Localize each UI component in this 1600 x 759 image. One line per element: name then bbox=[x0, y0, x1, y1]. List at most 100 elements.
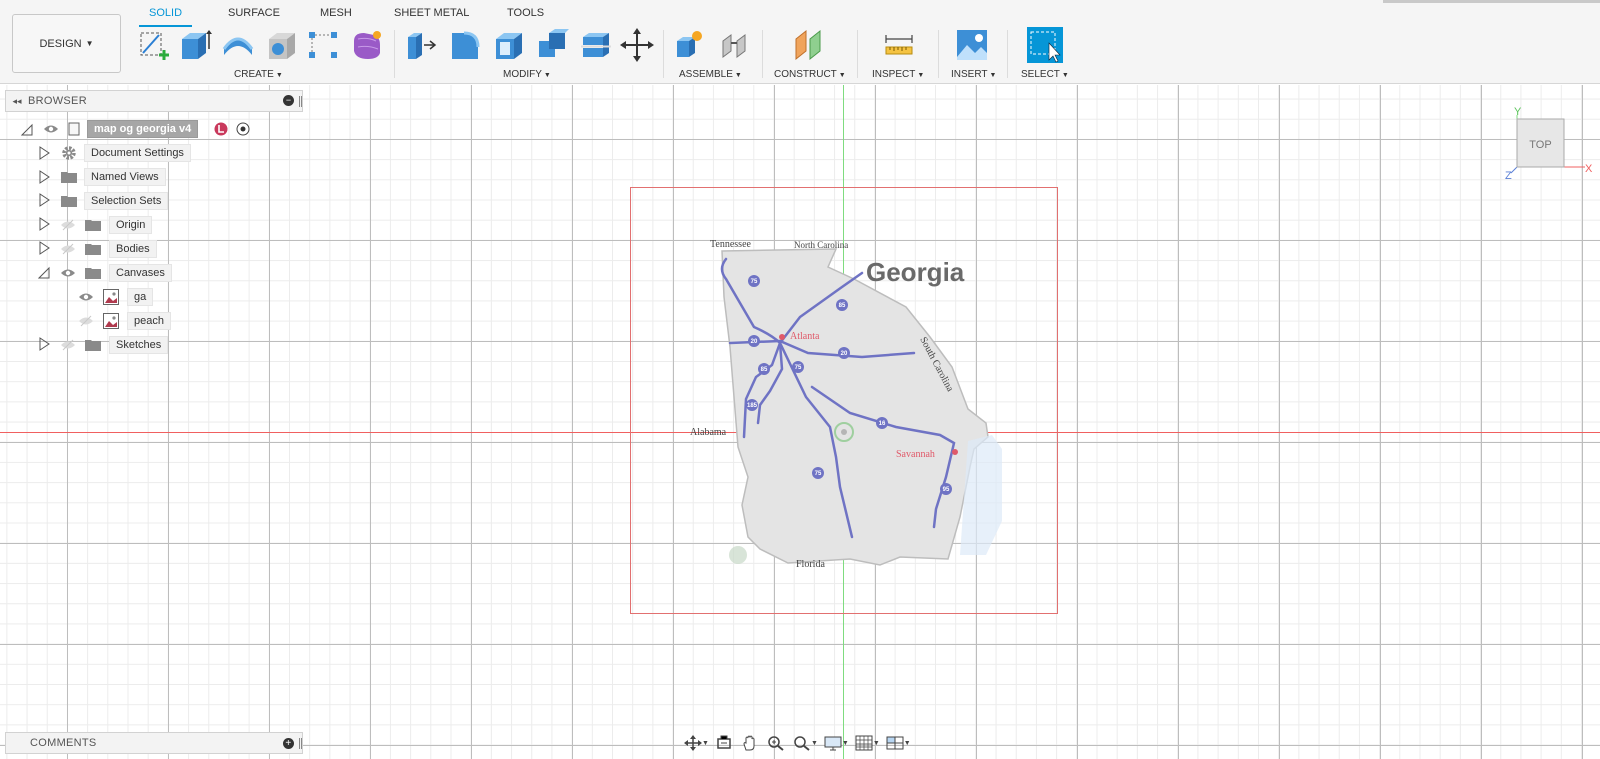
tab-sheet-metal[interactable]: SHEET METAL bbox=[394, 7, 469, 19]
look-at-button[interactable] bbox=[711, 733, 737, 753]
browser-item-canvases[interactable]: Canvases bbox=[109, 264, 172, 282]
new-component-icon[interactable] bbox=[673, 27, 707, 63]
panel-grip-icon[interactable] bbox=[299, 96, 302, 107]
zoom-window-icon bbox=[794, 736, 810, 751]
canvas-image-icon bbox=[103, 313, 119, 329]
assemble-menu[interactable]: ASSEMBLE ▼ bbox=[679, 69, 742, 80]
shield-label: 85 bbox=[761, 367, 768, 373]
visibility-eye-icon[interactable] bbox=[78, 291, 94, 303]
visibility-eye-icon[interactable] bbox=[60, 267, 76, 279]
extrude-icon[interactable] bbox=[178, 27, 212, 63]
create-sketch-icon[interactable] bbox=[137, 27, 171, 63]
shell-icon[interactable] bbox=[492, 27, 526, 63]
panel-grip-icon[interactable] bbox=[299, 738, 302, 749]
collapse-panel-icon[interactable]: ◂◂ bbox=[6, 96, 28, 107]
shield-label: 20 bbox=[841, 351, 848, 357]
fillet-icon[interactable] bbox=[448, 27, 482, 63]
chevron-down-icon[interactable]: ▼ bbox=[702, 740, 709, 747]
browser-item-selection-sets[interactable]: Selection Sets bbox=[84, 192, 169, 210]
hidden-eye-icon[interactable] bbox=[60, 339, 76, 351]
hidden-eye-icon[interactable] bbox=[60, 243, 76, 255]
chevron-down-icon[interactable]: ▼ bbox=[842, 740, 849, 747]
navigation-bar: ▼ ▼ ▼ ▼ ▼ bbox=[680, 732, 920, 754]
revolve-icon[interactable] bbox=[221, 27, 255, 63]
folder-icon bbox=[85, 220, 101, 231]
modify-menu[interactable]: MODIFY ▼ bbox=[503, 69, 551, 80]
browser-item-canvas-ga[interactable]: ga bbox=[127, 288, 154, 306]
chevron-down-icon: ▼ bbox=[543, 72, 551, 79]
combine-icon[interactable] bbox=[535, 27, 569, 63]
tab-solid[interactable]: SOLID bbox=[149, 7, 182, 19]
expand-triangle-icon[interactable] bbox=[38, 217, 50, 231]
gear-icon bbox=[62, 146, 76, 160]
view-cube[interactable]: TOP X Y Z bbox=[1505, 105, 1595, 185]
pan-button[interactable] bbox=[737, 733, 763, 753]
collapse-triangle-icon[interactable] bbox=[21, 122, 33, 136]
construct-menu[interactable]: CONSTRUCT ▼ bbox=[774, 69, 846, 80]
hidden-eye-icon[interactable] bbox=[60, 219, 76, 231]
shield-label: 20 bbox=[751, 339, 758, 345]
toolbar-divider bbox=[857, 30, 858, 78]
browser-item-document-settings[interactable]: Document Settings bbox=[84, 144, 191, 162]
chevron-down-icon: ▼ bbox=[85, 39, 94, 48]
folder-icon bbox=[85, 268, 101, 279]
chevron-down-icon: ▼ bbox=[275, 72, 283, 79]
collapse-triangle-icon[interactable] bbox=[38, 265, 50, 279]
expand-triangle-icon[interactable] bbox=[38, 337, 50, 351]
split-body-icon[interactable] bbox=[579, 27, 613, 63]
joint-icon[interactable] bbox=[717, 27, 751, 63]
label-atlanta: Atlanta bbox=[790, 331, 820, 342]
expand-triangle-icon[interactable] bbox=[38, 146, 50, 160]
tab-mesh[interactable]: MESH bbox=[320, 7, 352, 19]
add-comment-icon[interactable]: + bbox=[283, 738, 294, 749]
tab-tools[interactable]: TOOLS bbox=[507, 7, 544, 19]
press-pull-icon[interactable] bbox=[404, 27, 438, 63]
shield-label: 85 bbox=[839, 303, 846, 309]
assemble-menu-label: ASSEMBLE bbox=[679, 69, 733, 80]
minimize-icon[interactable]: − bbox=[283, 95, 294, 106]
browser-root-document[interactable]: map og georgia v4 bbox=[87, 120, 199, 138]
browser-item-sketches[interactable]: Sketches bbox=[109, 336, 169, 354]
tab-surface[interactable]: SURFACE bbox=[228, 7, 280, 19]
insert-canvas-icon[interactable] bbox=[955, 27, 989, 63]
chevron-down-icon[interactable]: ▼ bbox=[811, 740, 818, 747]
insert-menu[interactable]: INSERT ▼ bbox=[951, 69, 996, 80]
create-form-icon[interactable] bbox=[350, 27, 384, 63]
construct-menu-label: CONSTRUCT bbox=[774, 69, 837, 80]
expand-triangle-icon[interactable] bbox=[38, 193, 50, 207]
folder-icon bbox=[61, 196, 77, 207]
comments-panel-header[interactable]: COMMENTS + bbox=[5, 732, 303, 754]
browser-panel-header[interactable]: ◂◂ BROWSER − bbox=[5, 90, 303, 112]
georgia-map[interactable]: 75 85 20 85 75 185 16 75 95 20 Georgia T… bbox=[630, 187, 1058, 614]
expand-triangle-icon[interactable] bbox=[38, 241, 50, 255]
visibility-eye-icon[interactable] bbox=[43, 123, 59, 135]
warning-badge-icon[interactable] bbox=[214, 122, 228, 136]
canvas-image-icon bbox=[103, 289, 119, 305]
create-menu[interactable]: CREATE ▼ bbox=[234, 69, 283, 80]
select-icon[interactable] bbox=[1026, 27, 1064, 63]
browser-item-named-views[interactable]: Named Views bbox=[84, 168, 166, 186]
top-scrollbar[interactable] bbox=[1383, 0, 1600, 3]
inspect-menu[interactable]: INSPECT ▼ bbox=[872, 69, 924, 80]
inspect-menu-label: INSPECT bbox=[872, 69, 916, 80]
expand-triangle-icon[interactable] bbox=[38, 170, 50, 184]
browser-item-origin[interactable]: Origin bbox=[109, 216, 153, 234]
move-copy-icon[interactable] bbox=[620, 27, 654, 63]
measure-icon[interactable] bbox=[882, 27, 916, 63]
orbit-icon bbox=[684, 735, 702, 751]
folder-icon bbox=[61, 172, 77, 183]
chevron-down-icon[interactable]: ▼ bbox=[873, 740, 880, 747]
pattern-icon[interactable] bbox=[306, 27, 340, 63]
design-workspace-button[interactable]: DESIGN ▼ bbox=[12, 14, 121, 73]
offset-plane-icon[interactable] bbox=[792, 27, 826, 63]
hidden-eye-icon[interactable] bbox=[78, 315, 94, 327]
chevron-down-icon: ▼ bbox=[989, 72, 997, 79]
shield-label: 75 bbox=[815, 471, 822, 477]
activate-radio-icon[interactable] bbox=[236, 122, 250, 136]
browser-item-canvas-peach[interactable]: peach bbox=[127, 312, 171, 330]
browser-item-bodies[interactable]: Bodies bbox=[109, 240, 157, 258]
zoom-button[interactable] bbox=[763, 733, 789, 753]
select-menu[interactable]: SELECT ▼ bbox=[1021, 69, 1069, 80]
chevron-down-icon[interactable]: ▼ bbox=[904, 740, 911, 747]
hole-icon[interactable] bbox=[265, 27, 299, 63]
